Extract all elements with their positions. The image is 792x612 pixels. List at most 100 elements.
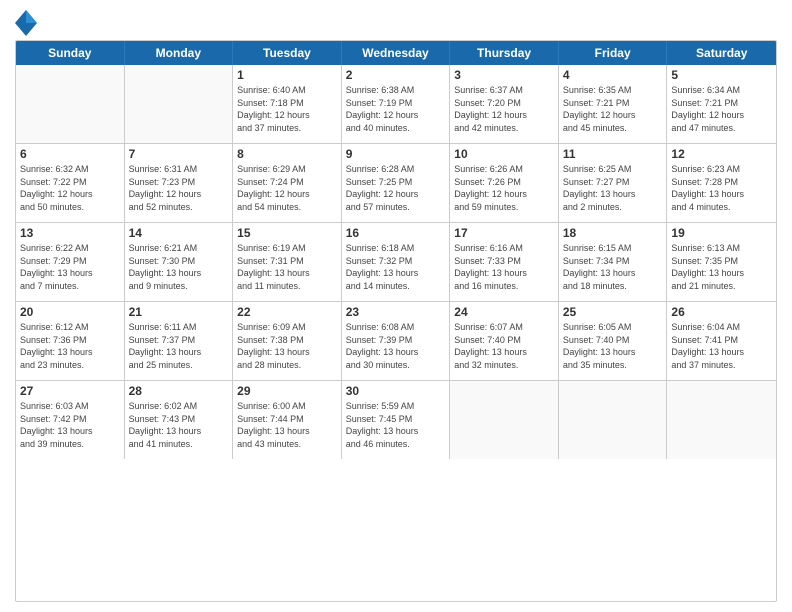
calendar-cell: 29Sunrise: 6:00 AMSunset: 7:44 PMDayligh… bbox=[233, 381, 342, 459]
calendar-cell bbox=[559, 381, 668, 459]
day-number: 30 bbox=[346, 384, 446, 398]
calendar-week-1: 6Sunrise: 6:32 AMSunset: 7:22 PMDaylight… bbox=[16, 144, 776, 223]
cell-info-line: Sunset: 7:27 PM bbox=[563, 176, 663, 189]
cell-info-line: Sunrise: 6:40 AM bbox=[237, 84, 337, 97]
day-number: 14 bbox=[129, 226, 229, 240]
cell-info-line: Daylight: 12 hours bbox=[563, 109, 663, 122]
calendar-week-2: 13Sunrise: 6:22 AMSunset: 7:29 PMDayligh… bbox=[16, 223, 776, 302]
cell-info-line: Sunrise: 6:32 AM bbox=[20, 163, 120, 176]
cell-info-line: Sunrise: 6:12 AM bbox=[20, 321, 120, 334]
cell-info-line: Sunset: 7:44 PM bbox=[237, 413, 337, 426]
cell-info-line: Sunrise: 5:59 AM bbox=[346, 400, 446, 413]
calendar: Sunday Monday Tuesday Wednesday Thursday… bbox=[15, 40, 777, 602]
day-number: 17 bbox=[454, 226, 554, 240]
day-number: 5 bbox=[671, 68, 772, 82]
cell-info-line: Daylight: 13 hours bbox=[346, 425, 446, 438]
cell-info-line: and 11 minutes. bbox=[237, 280, 337, 293]
logo-icon bbox=[15, 10, 33, 32]
day-number: 12 bbox=[671, 147, 772, 161]
cell-info-line: Daylight: 13 hours bbox=[563, 267, 663, 280]
calendar-cell: 20Sunrise: 6:12 AMSunset: 7:36 PMDayligh… bbox=[16, 302, 125, 380]
cell-info-line: Sunrise: 6:04 AM bbox=[671, 321, 772, 334]
calendar-cell: 28Sunrise: 6:02 AMSunset: 7:43 PMDayligh… bbox=[125, 381, 234, 459]
cell-info-line: Sunrise: 6:21 AM bbox=[129, 242, 229, 255]
cell-info-line: Sunrise: 6:37 AM bbox=[454, 84, 554, 97]
cell-info-line: Sunrise: 6:08 AM bbox=[346, 321, 446, 334]
cell-info-line: and 32 minutes. bbox=[454, 359, 554, 372]
cell-info-line: Daylight: 12 hours bbox=[346, 188, 446, 201]
cell-info-line: and 46 minutes. bbox=[346, 438, 446, 451]
day-number: 13 bbox=[20, 226, 120, 240]
cell-info-line: Daylight: 13 hours bbox=[129, 346, 229, 359]
cell-info-line: and 50 minutes. bbox=[20, 201, 120, 214]
cell-info-line: Sunset: 7:40 PM bbox=[563, 334, 663, 347]
cell-info-line: Daylight: 13 hours bbox=[237, 425, 337, 438]
cell-info-line: Daylight: 13 hours bbox=[454, 267, 554, 280]
calendar-cell: 16Sunrise: 6:18 AMSunset: 7:32 PMDayligh… bbox=[342, 223, 451, 301]
cell-info-line: Sunset: 7:18 PM bbox=[237, 97, 337, 110]
calendar-cell bbox=[16, 65, 125, 143]
cell-info-line: Daylight: 12 hours bbox=[129, 188, 229, 201]
cell-info-line: Sunrise: 6:07 AM bbox=[454, 321, 554, 334]
calendar-cell: 9Sunrise: 6:28 AMSunset: 7:25 PMDaylight… bbox=[342, 144, 451, 222]
cell-info-line: Sunset: 7:32 PM bbox=[346, 255, 446, 268]
day-number: 10 bbox=[454, 147, 554, 161]
cell-info-line: and 47 minutes. bbox=[671, 122, 772, 135]
calendar-cell: 11Sunrise: 6:25 AMSunset: 7:27 PMDayligh… bbox=[559, 144, 668, 222]
day-number: 11 bbox=[563, 147, 663, 161]
cell-info-line: Daylight: 13 hours bbox=[563, 188, 663, 201]
header-friday: Friday bbox=[559, 41, 668, 65]
cell-info-line: Sunrise: 6:23 AM bbox=[671, 163, 772, 176]
calendar-cell: 30 Sunrise: 5:59 AMSunset: 7:45 PMDayligh… bbox=[342, 381, 451, 459]
cell-info-line: Sunrise: 6:34 AM bbox=[671, 84, 772, 97]
cell-info-line: and 45 minutes. bbox=[563, 122, 663, 135]
calendar-cell: 25Sunrise: 6:05 AMSunset: 7:40 PMDayligh… bbox=[559, 302, 668, 380]
cell-info-line: and 9 minutes. bbox=[129, 280, 229, 293]
day-number: 28 bbox=[129, 384, 229, 398]
cell-info-line: Sunrise: 6:19 AM bbox=[237, 242, 337, 255]
day-number: 2 bbox=[346, 68, 446, 82]
cell-info-line: and 14 minutes. bbox=[346, 280, 446, 293]
cell-info-line: Daylight: 12 hours bbox=[454, 109, 554, 122]
cell-info-line: and 54 minutes. bbox=[237, 201, 337, 214]
cell-info-line: Sunrise: 6:31 AM bbox=[129, 163, 229, 176]
day-number: 4 bbox=[563, 68, 663, 82]
cell-info-line: Daylight: 13 hours bbox=[563, 346, 663, 359]
cell-info-line: Sunrise: 6:02 AM bbox=[129, 400, 229, 413]
cell-info-line: Daylight: 12 hours bbox=[237, 188, 337, 201]
cell-info-line: Sunrise: 6:13 AM bbox=[671, 242, 772, 255]
calendar-cell: 17Sunrise: 6:16 AMSunset: 7:33 PMDayligh… bbox=[450, 223, 559, 301]
calendar-cell: 23Sunrise: 6:08 AMSunset: 7:39 PMDayligh… bbox=[342, 302, 451, 380]
calendar-cell: 24Sunrise: 6:07 AMSunset: 7:40 PMDayligh… bbox=[450, 302, 559, 380]
cell-info-line: Sunset: 7:23 PM bbox=[129, 176, 229, 189]
calendar-week-3: 20Sunrise: 6:12 AMSunset: 7:36 PMDayligh… bbox=[16, 302, 776, 381]
cell-info-line: and 37 minutes. bbox=[671, 359, 772, 372]
header-thursday: Thursday bbox=[450, 41, 559, 65]
cell-info-line: and 18 minutes. bbox=[563, 280, 663, 293]
calendar-week-4: 27Sunrise: 6:03 AMSunset: 7:42 PMDayligh… bbox=[16, 381, 776, 459]
cell-info-line: Sunrise: 6:22 AM bbox=[20, 242, 120, 255]
cell-info-line: Sunset: 7:31 PM bbox=[237, 255, 337, 268]
day-number: 25 bbox=[563, 305, 663, 319]
day-number: 7 bbox=[129, 147, 229, 161]
cell-info-line: Sunset: 7:36 PM bbox=[20, 334, 120, 347]
day-number: 23 bbox=[346, 305, 446, 319]
calendar-cell: 19Sunrise: 6:13 AMSunset: 7:35 PMDayligh… bbox=[667, 223, 776, 301]
cell-info-line: Sunset: 7:37 PM bbox=[129, 334, 229, 347]
cell-info-line: Sunset: 7:35 PM bbox=[671, 255, 772, 268]
cell-info-line: Daylight: 12 hours bbox=[20, 188, 120, 201]
calendar-cell: 2Sunrise: 6:38 AMSunset: 7:19 PMDaylight… bbox=[342, 65, 451, 143]
header bbox=[15, 10, 777, 32]
calendar-cell: 6Sunrise: 6:32 AMSunset: 7:22 PMDaylight… bbox=[16, 144, 125, 222]
cell-info-line: Daylight: 13 hours bbox=[20, 425, 120, 438]
day-number: 24 bbox=[454, 305, 554, 319]
cell-info-line: Sunset: 7:19 PM bbox=[346, 97, 446, 110]
cell-info-line: and 16 minutes. bbox=[454, 280, 554, 293]
cell-info-line: Sunrise: 6:09 AM bbox=[237, 321, 337, 334]
cell-info-line: Sunset: 7:28 PM bbox=[671, 176, 772, 189]
day-number: 29 bbox=[237, 384, 337, 398]
cell-info-line: Sunrise: 6:26 AM bbox=[454, 163, 554, 176]
cell-info-line: Sunset: 7:45 PM bbox=[346, 413, 446, 426]
cell-info-line: Sunset: 7:38 PM bbox=[237, 334, 337, 347]
calendar-cell: 8Sunrise: 6:29 AMSunset: 7:24 PMDaylight… bbox=[233, 144, 342, 222]
